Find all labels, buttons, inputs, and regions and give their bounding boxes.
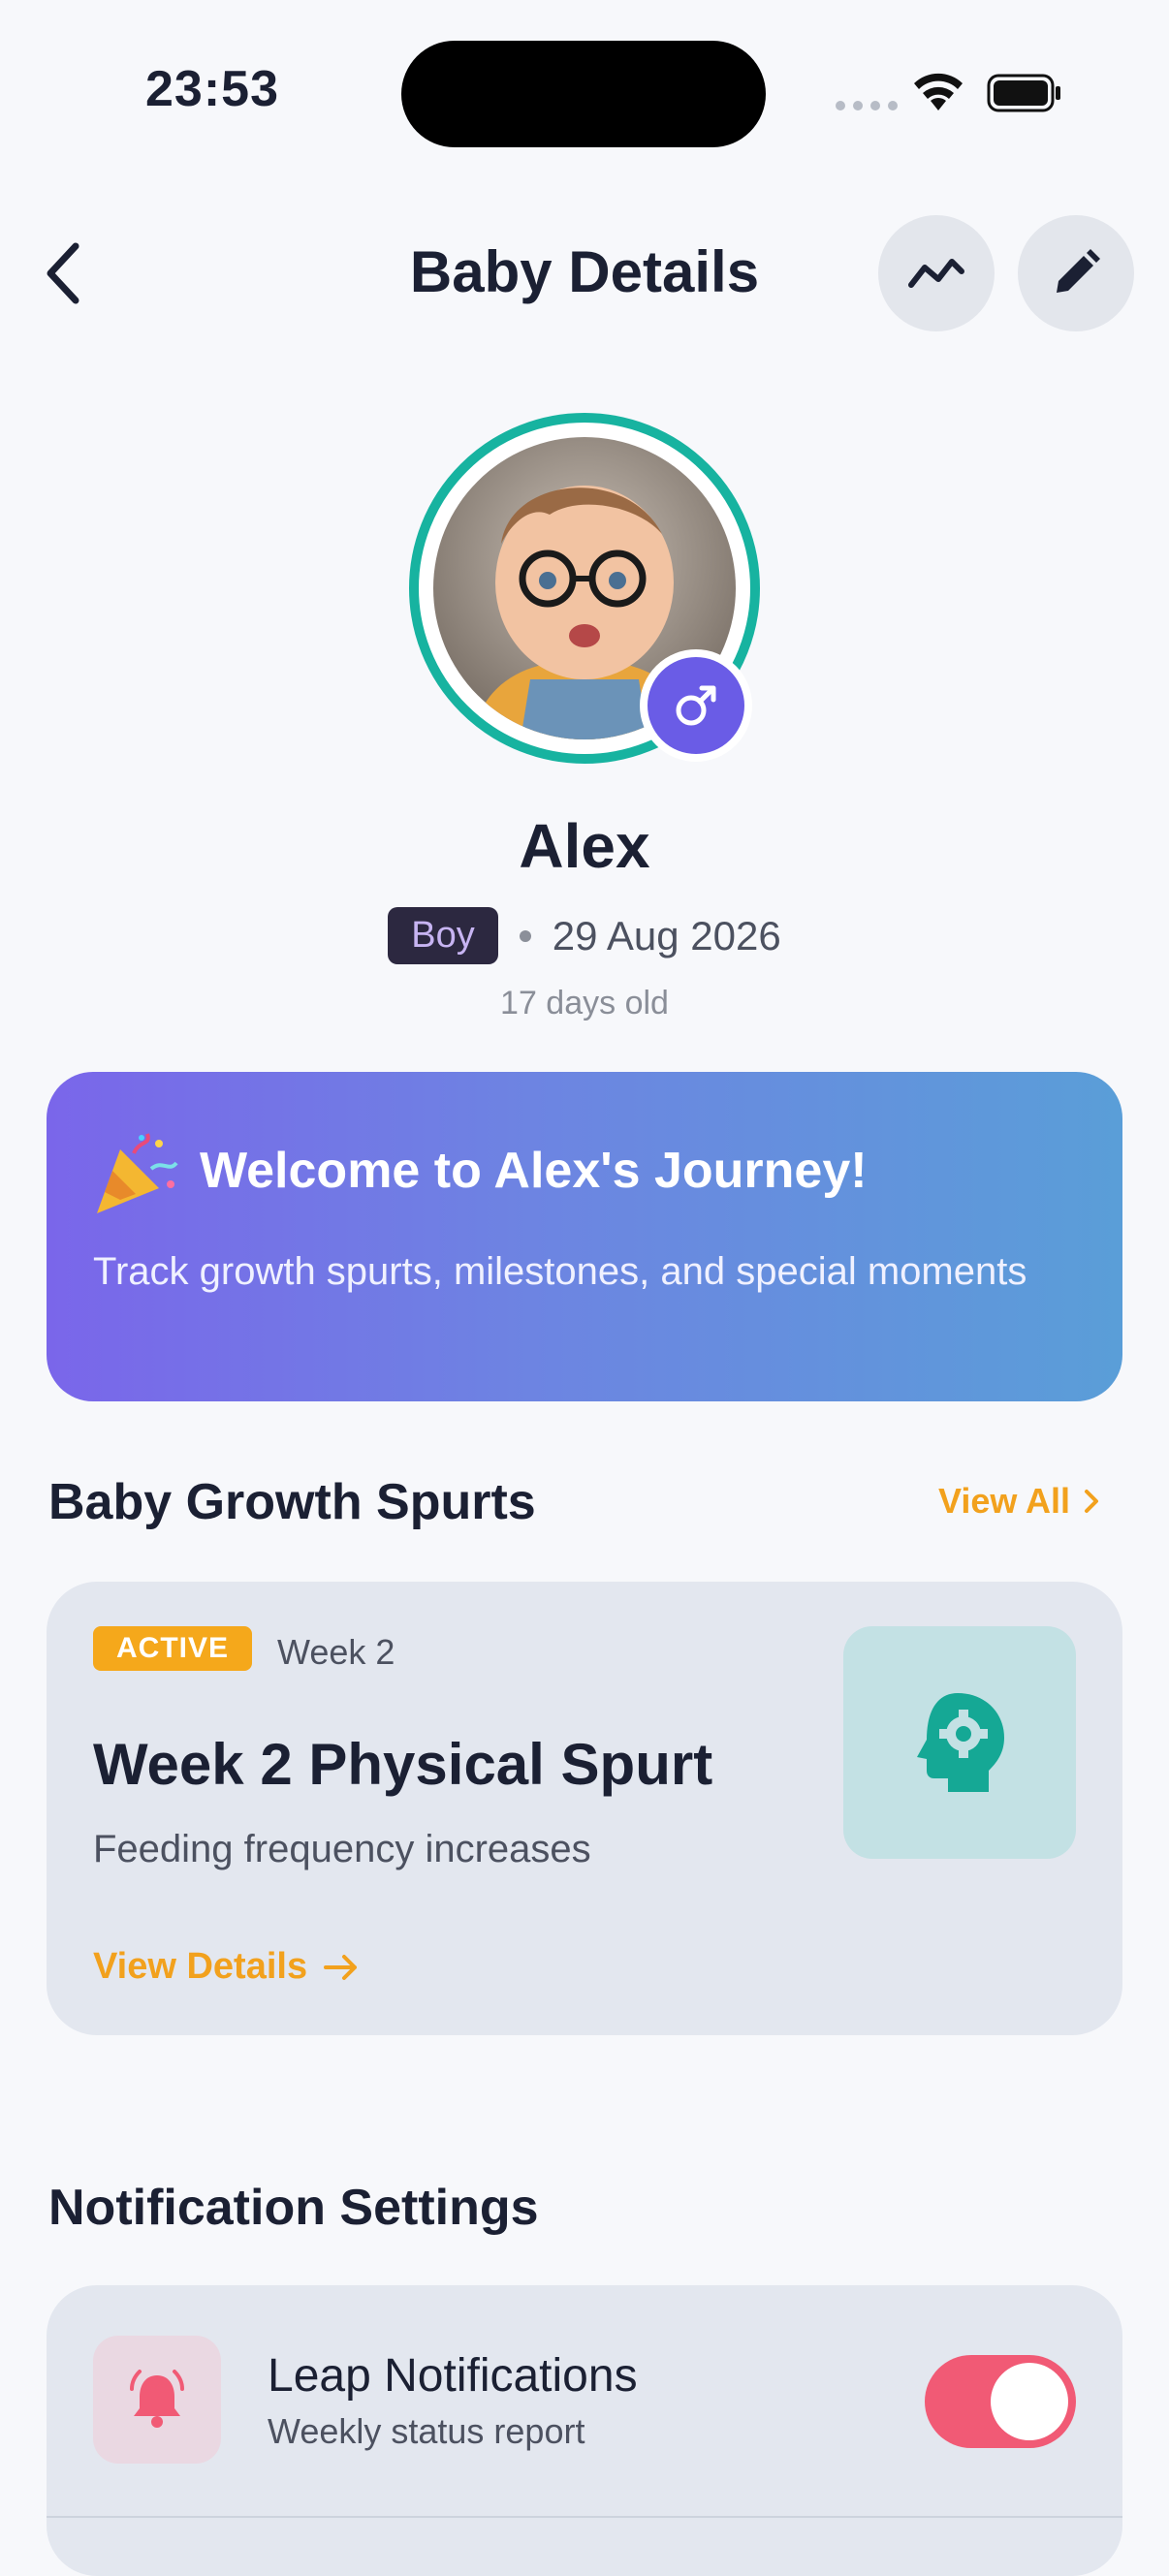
edit-button[interactable] — [1018, 215, 1134, 331]
arrow-right-icon — [324, 1954, 358, 1980]
toggle-knob — [991, 2363, 1068, 2440]
view-all-label: View All — [938, 1481, 1071, 1521]
party-popper-icon — [97, 1133, 178, 1213]
wifi-icon — [914, 73, 963, 110]
bell-icon — [93, 2336, 221, 2464]
growth-chart-button[interactable] — [878, 215, 995, 331]
view-details-label: View Details — [93, 1946, 308, 1987]
male-gender-icon — [640, 649, 752, 762]
leap-notifications-toggle[interactable] — [925, 2355, 1076, 2448]
spurt-week: Week 2 — [277, 1632, 395, 1672]
spurt-title: Week 2 Physical Spurt — [93, 1732, 713, 1797]
birth-date: 29 Aug 2026 — [552, 912, 781, 958]
gender-tag: Boy — [388, 907, 498, 964]
chevron-right-icon — [1085, 1490, 1099, 1513]
view-details-link[interactable]: View Details — [93, 1946, 360, 1988]
spurt-description: Feeding frequency increases — [93, 1828, 591, 1870]
baby-age: 17 days old — [500, 985, 669, 1021]
battery-icon — [987, 74, 1060, 112]
brain-gear-icon — [843, 1626, 1076, 1859]
baby-name: Alex — [519, 811, 650, 881]
banner-text: Track growth spurts, milestones, and spe… — [93, 1250, 1027, 1293]
view-all-link[interactable]: View All — [938, 1481, 1101, 1522]
trend-chart-icon — [908, 259, 964, 288]
growth-section-title: Baby Growth Spurts — [48, 1474, 536, 1530]
baby-meta: Boy 29 Aug 2026 — [0, 907, 1169, 964]
pencil-icon — [1057, 249, 1100, 293]
banner-title: Welcome to Alex's Journey! — [200, 1143, 868, 1199]
signal-icon — [836, 101, 898, 110]
separator-dot — [519, 929, 531, 942]
notification-section-title: Notification Settings — [48, 2180, 539, 2236]
welcome-banner — [47, 1072, 1122, 1401]
dynamic-island — [401, 41, 766, 147]
divider — [47, 2516, 1122, 2518]
status-time: 23:53 — [145, 61, 279, 117]
notification-subtitle: Weekly status report — [268, 2411, 585, 2451]
notification-title: Leap Notifications — [268, 2350, 638, 2402]
status-badge: ACTIVE — [93, 1626, 253, 1671]
